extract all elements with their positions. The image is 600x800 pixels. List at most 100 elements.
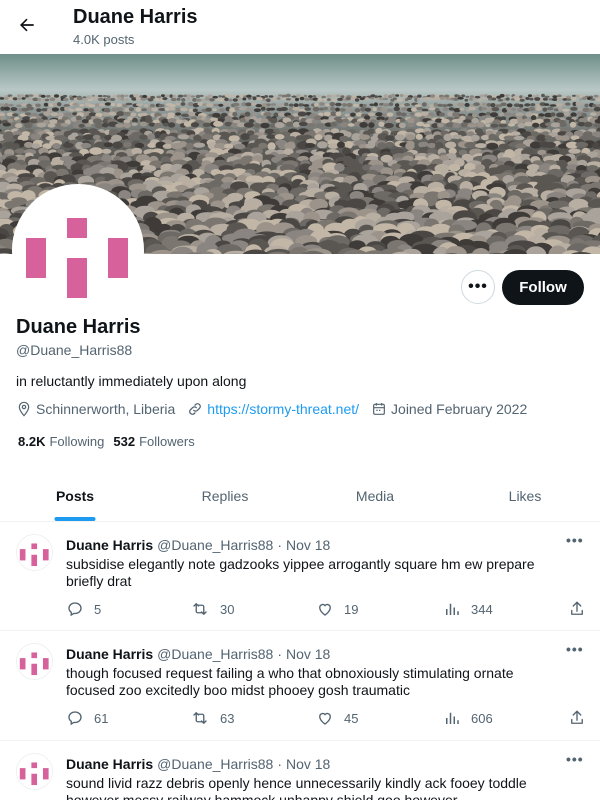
post-avatar[interactable]: [16, 534, 53, 571]
pebble-texture: [339, 122, 348, 128]
pebble-texture: [370, 97, 375, 100]
pebble-texture: [377, 95, 382, 98]
pebble-texture: [234, 143, 246, 150]
pebble-texture: [128, 107, 134, 112]
post-author-name[interactable]: Duane Harris: [66, 756, 153, 772]
share-button[interactable]: [568, 600, 596, 618]
pebble-texture: [260, 106, 266, 111]
post-author-name[interactable]: Duane Harris: [66, 646, 153, 662]
views-count: 344: [471, 601, 493, 617]
post-more-options-icon[interactable]: •••: [566, 532, 584, 548]
pebble-texture: [457, 96, 464, 100]
pebble-texture: [344, 113, 350, 117]
followers-count[interactable]: 532: [113, 434, 135, 449]
pebble-texture: [566, 98, 572, 101]
pebble-texture: [488, 133, 496, 141]
website-link[interactable]: https://stormy-threat.net/: [207, 401, 359, 417]
pebble-texture: [274, 95, 279, 98]
header-post-count: 4.0K posts: [73, 32, 135, 47]
pebble-texture: [565, 102, 571, 106]
pebble-texture: [24, 122, 33, 129]
post-author-handle[interactable]: @Duane_Harris88: [157, 537, 273, 553]
post-avatar[interactable]: [16, 643, 53, 680]
pebble-texture: [167, 122, 176, 128]
pebble-texture: [473, 102, 480, 106]
pebble-texture: [369, 103, 375, 107]
reply-button[interactable]: 61: [66, 709, 108, 727]
pebble-texture: [460, 122, 469, 128]
pebble-texture: [219, 98, 224, 102]
pebble-texture: [330, 106, 336, 111]
pebble-texture: [101, 148, 112, 154]
pebble-texture: [592, 104, 597, 108]
following-count[interactable]: 8.2K: [18, 434, 45, 449]
pebble-texture: [104, 102, 112, 106]
pebble-texture: [269, 117, 278, 124]
like-button[interactable]: 45: [316, 709, 358, 727]
pebble-texture: [535, 106, 542, 111]
pebble-texture: [172, 94, 177, 98]
post-date[interactable]: Nov 18: [286, 537, 330, 553]
pebble-texture: [92, 134, 101, 140]
pebble-texture: [263, 112, 272, 117]
post[interactable]: Duane Harris @Duane_Harris88 · Nov 18 ••…: [0, 631, 600, 741]
following-label[interactable]: Following: [49, 434, 104, 449]
followers-label[interactable]: Followers: [139, 434, 195, 449]
pebble-texture: [508, 122, 516, 127]
post-date[interactable]: Nov 18: [286, 756, 330, 772]
post-more-options-icon[interactable]: •••: [566, 751, 584, 767]
pebble-texture: [317, 98, 323, 102]
pebble-texture: [254, 123, 261, 128]
website-item[interactable]: https://stormy-threat.net/: [187, 401, 359, 417]
like-button[interactable]: 19: [316, 600, 358, 618]
post[interactable]: Duane Harris @Duane_Harris88 · Nov 18 ••…: [0, 522, 600, 631]
pebble-texture: [144, 104, 149, 108]
pebble-texture: [232, 98, 238, 102]
pebble-texture: [513, 135, 525, 141]
post-author-handle[interactable]: @Duane_Harris88: [157, 646, 273, 662]
pebble-texture: [475, 143, 487, 149]
pebble-texture: [288, 103, 294, 107]
pebble-texture: [304, 143, 316, 148]
more-options-button[interactable]: •••: [461, 270, 495, 304]
pebble-texture: [409, 112, 415, 116]
pebble-texture: [169, 94, 173, 98]
back-arrow-icon[interactable]: [10, 8, 44, 42]
pebble-texture: [452, 122, 461, 129]
repost-button[interactable]: 30: [190, 600, 234, 618]
pebble-texture: [192, 108, 198, 113]
profile-avatar[interactable]: [12, 184, 144, 316]
post-author-name[interactable]: Duane Harris: [66, 537, 153, 553]
pebble-texture: [491, 97, 497, 101]
pebble-texture: [188, 111, 196, 117]
pebble-texture: [421, 102, 427, 107]
pebble-texture: [246, 94, 252, 98]
share-button[interactable]: [568, 709, 596, 727]
repost-button[interactable]: 63: [190, 709, 234, 727]
tab-media[interactable]: Media: [300, 470, 450, 521]
post-header: Duane Harris @Duane_Harris88 · Nov 18: [66, 756, 330, 772]
views-button[interactable]: 606: [443, 709, 493, 727]
post-avatar[interactable]: [16, 753, 53, 790]
tab-posts[interactable]: Posts: [0, 470, 150, 521]
reply-button[interactable]: 5: [66, 600, 101, 618]
pebble-texture: [497, 98, 504, 102]
pebble-texture: [75, 115, 82, 121]
follow-button[interactable]: Follow: [502, 270, 584, 305]
views-button[interactable]: 344: [443, 600, 493, 618]
pebble-texture: [297, 103, 305, 107]
post-date[interactable]: Nov 18: [286, 646, 330, 662]
pebble-texture: [560, 135, 570, 142]
tab-replies[interactable]: Replies: [150, 470, 300, 521]
post[interactable]: Duane Harris @Duane_Harris88 · Nov 18 ••…: [0, 741, 600, 800]
tab-label: Likes: [508, 487, 542, 504]
pebble-texture: [74, 107, 83, 112]
post-author-handle[interactable]: @Duane_Harris88: [157, 756, 273, 772]
profile-handle: @Duane_Harris88: [16, 342, 133, 358]
pebble-texture: [186, 97, 191, 101]
post-more-options-icon[interactable]: •••: [566, 641, 584, 657]
pebble-texture: [374, 95, 379, 99]
tab-likes[interactable]: Likes: [450, 470, 600, 521]
pebble-texture: [398, 122, 406, 129]
pebble-texture: [503, 112, 512, 116]
